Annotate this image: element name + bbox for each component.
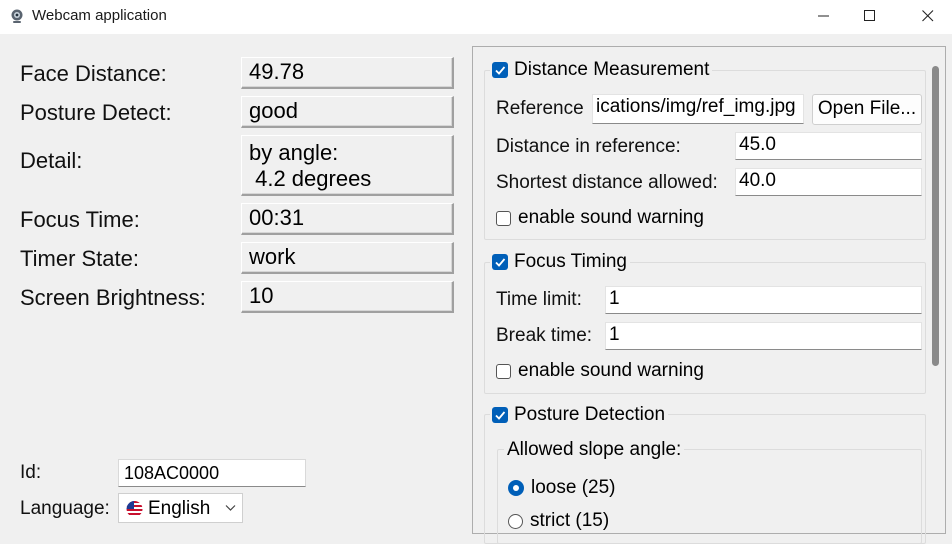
face-distance-value: 49.78 xyxy=(241,57,454,89)
detail-value: by angle: 4.2 degrees xyxy=(241,135,454,196)
open-file-button[interactable]: Open File... xyxy=(812,94,922,125)
time-limit-label: Time limit: xyxy=(496,289,582,310)
radio-strict-row[interactable]: strict (15) xyxy=(508,510,609,532)
maximize-button[interactable] xyxy=(847,0,893,32)
time-limit-field[interactable]: 1 xyxy=(605,286,922,314)
focus-time-value: 00:31 xyxy=(241,203,454,235)
shortest-distance-field[interactable]: 40.0 xyxy=(735,168,922,196)
focus-sound-warning-row[interactable]: enable sound warning xyxy=(496,360,704,382)
timer-state-label: Timer State: xyxy=(20,246,139,271)
distance-measurement-title: Distance Measurement xyxy=(514,59,710,80)
focus-sound-label: enable sound warning xyxy=(518,360,704,381)
radio-strict-label: strict (15) xyxy=(530,510,610,531)
settings-scrollbar[interactable] xyxy=(932,66,939,366)
radio-loose[interactable] xyxy=(508,480,524,496)
slope-angle-label: Allowed slope angle: xyxy=(504,439,685,461)
distance-enable-checkbox[interactable] xyxy=(492,62,508,78)
timer-state-value: work xyxy=(241,242,454,274)
chevron-down-icon xyxy=(225,505,236,511)
maximize-icon xyxy=(864,10,875,21)
screen-brightness-value: 10 xyxy=(241,281,454,313)
posture-enable-checkbox[interactable] xyxy=(492,407,508,423)
distance-sound-label: enable sound warning xyxy=(518,207,704,228)
focus-enable-checkbox[interactable] xyxy=(492,254,508,270)
focus-timing-header[interactable]: Focus Timing xyxy=(490,251,630,273)
minimize-button[interactable] xyxy=(801,0,847,32)
screen-brightness-label: Screen Brightness: xyxy=(20,285,206,310)
reference-path-field[interactable]: ications/img/ref_img.jpg xyxy=(592,94,804,124)
window-title: Webcam application xyxy=(32,7,167,24)
posture-detect-label: Posture Detect: xyxy=(20,100,172,125)
focus-time-label: Focus Time: xyxy=(20,207,140,232)
distance-in-reference-field[interactable]: 45.0 xyxy=(735,132,922,160)
radio-strict[interactable] xyxy=(508,513,523,529)
focus-sound-checkbox[interactable] xyxy=(496,363,511,379)
shortest-distance-label: Shortest distance allowed: xyxy=(496,172,718,193)
checkmark-icon xyxy=(495,66,506,75)
distance-sound-checkbox[interactable] xyxy=(496,210,511,226)
posture-detection-title: Posture Detection xyxy=(514,404,666,425)
webcam-app-icon xyxy=(11,9,23,23)
break-time-label: Break time: xyxy=(496,325,593,346)
language-value: English xyxy=(148,498,211,519)
face-distance-label: Face Distance: xyxy=(20,61,167,86)
posture-detect-value: good xyxy=(241,96,454,128)
minimize-icon xyxy=(818,15,829,17)
id-field[interactable]: 108AC0000 xyxy=(118,459,306,487)
language-label: Language: xyxy=(20,498,110,519)
us-flag-icon xyxy=(126,501,143,517)
distance-sound-warning-row[interactable]: enable sound warning xyxy=(496,207,704,229)
distance-measurement-header[interactable]: Distance Measurement xyxy=(490,59,713,81)
focus-timing-title: Focus Timing xyxy=(514,251,627,272)
distance-in-reference-label: Distance in reference: xyxy=(496,136,681,157)
detail-label: Detail: xyxy=(20,148,83,173)
reference-label: Reference xyxy=(496,98,584,119)
close-icon xyxy=(922,10,934,22)
id-label: Id: xyxy=(20,462,42,483)
radio-loose-row[interactable]: loose (25) xyxy=(508,477,616,499)
radio-loose-label: loose (25) xyxy=(531,477,616,498)
title-bar: Webcam application xyxy=(0,0,952,34)
checkmark-icon xyxy=(495,258,506,267)
detail-line-2: 4.2 degrees xyxy=(249,166,372,191)
detail-line-1: by angle: xyxy=(249,140,339,165)
break-time-field[interactable]: 1 xyxy=(605,322,922,350)
language-select[interactable]: English xyxy=(118,493,243,523)
posture-detection-header[interactable]: Posture Detection xyxy=(490,404,669,426)
checkmark-icon xyxy=(495,411,506,420)
close-button[interactable] xyxy=(905,0,951,32)
